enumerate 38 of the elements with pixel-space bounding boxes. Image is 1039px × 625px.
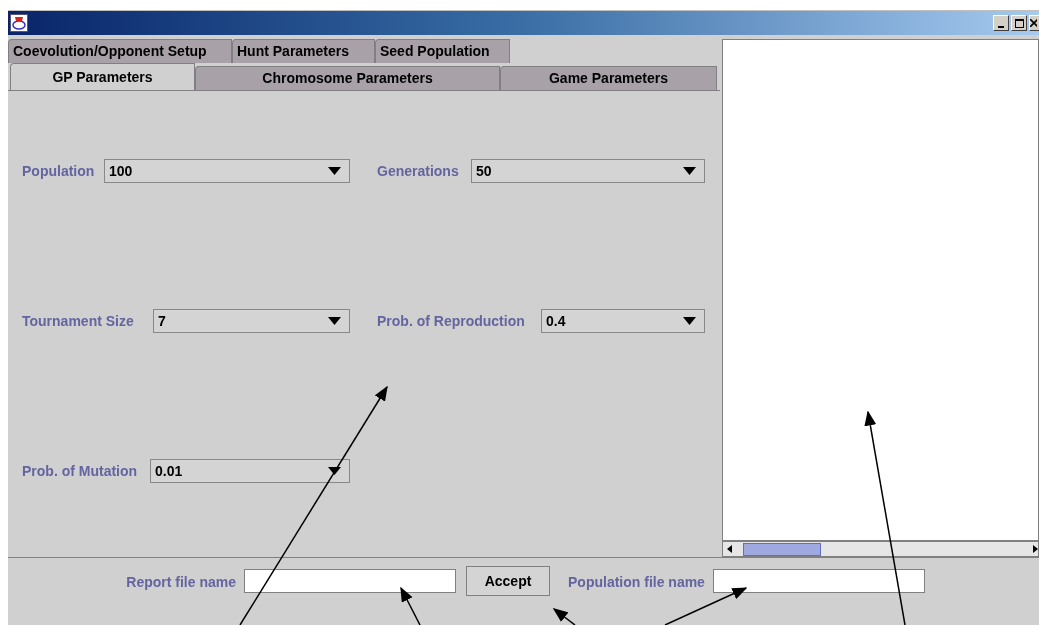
field-label: Generations [377, 161, 460, 181]
tab[interactable]: Hunt Parameters [232, 39, 375, 63]
field-label: Tournament Size [22, 311, 135, 331]
dropdown-arrow-icon [683, 317, 696, 325]
dropdown[interactable]: 0.4 [541, 309, 705, 333]
tab[interactable]: Chromosome Parameters [195, 66, 500, 90]
dropdown-arrow-icon [328, 317, 341, 325]
field-label: Prob. of Reproduction [377, 311, 526, 331]
scroll-right-icon[interactable] [1030, 542, 1038, 556]
app-icon [10, 14, 28, 32]
dropdown[interactable]: 100 [104, 159, 350, 183]
field-label: Report file name [125, 573, 236, 592]
population-file-input[interactable] [712, 569, 925, 593]
field-label: Prob. of Mutation [22, 461, 139, 481]
horizontal-scrollbar[interactable] [722, 541, 1039, 557]
close-icon [1030, 19, 1037, 27]
tab[interactable]: Game Parameters [500, 66, 717, 90]
field-label: Population file name [568, 573, 705, 592]
dropdown[interactable]: 7 [153, 309, 350, 333]
tab[interactable]: Seed Population [375, 39, 510, 63]
minimize-button[interactable] [993, 15, 1009, 31]
annotation-arrow [400, 586, 421, 625]
accept-button[interactable]: Accept [466, 566, 550, 596]
tab[interactable]: GP Parameters [10, 63, 195, 90]
dropdown[interactable]: 50 [471, 159, 705, 183]
dropdown-arrow-icon [328, 467, 341, 475]
close-button[interactable] [1029, 15, 1039, 31]
maximize-button[interactable] [1011, 15, 1027, 31]
maximize-icon [1014, 18, 1024, 28]
annotation-arrow [552, 608, 576, 625]
tab[interactable]: Coevolution/Opponent Setup [8, 39, 232, 63]
scrollbar-thumb[interactable] [743, 542, 821, 556]
report-file-input[interactable] [244, 569, 456, 593]
dropdown-arrow-icon [328, 167, 341, 175]
field-label: Population [22, 161, 96, 181]
minimize-icon [998, 26, 1004, 28]
dropdown-arrow-icon [683, 167, 696, 175]
dropdown[interactable]: 0.01 [150, 459, 350, 483]
